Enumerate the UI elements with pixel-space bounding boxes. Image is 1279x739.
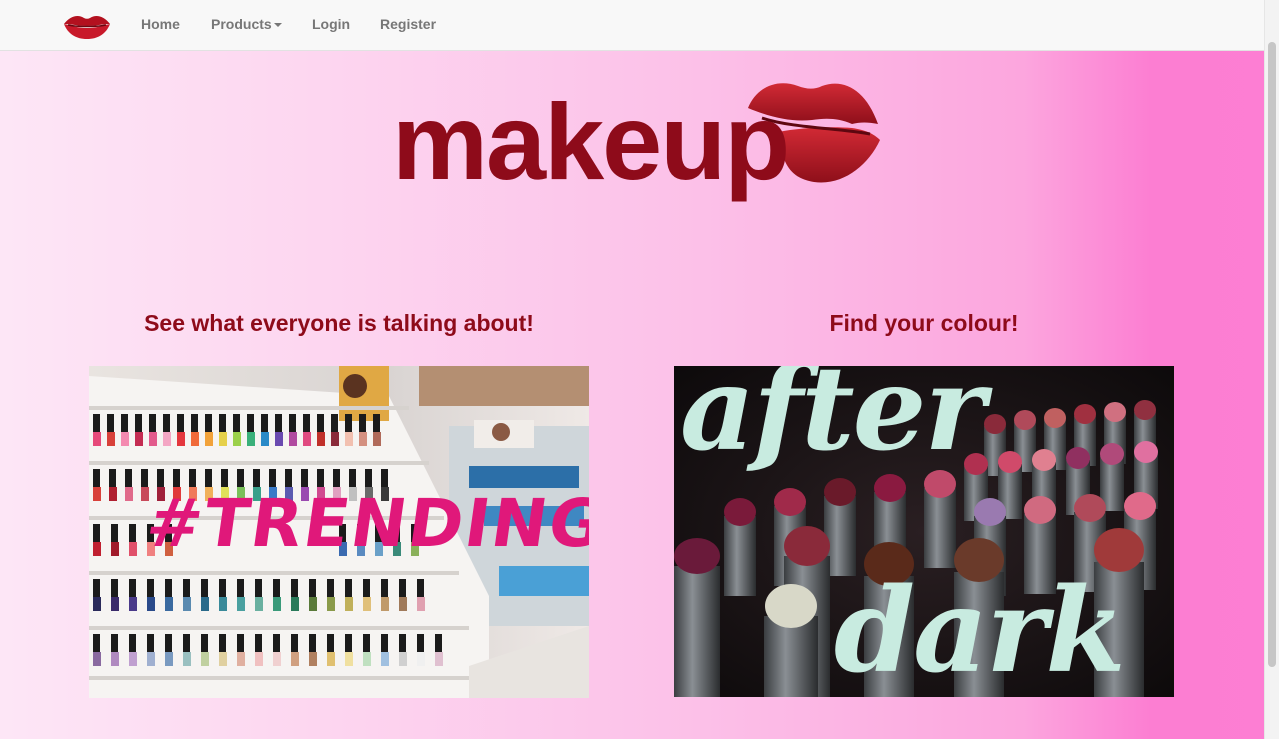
- nav-login-link[interactable]: Login: [312, 16, 350, 32]
- trending-image[interactable]: #TRENDING: [89, 366, 589, 698]
- vertical-scrollbar[interactable]: [1264, 0, 1279, 739]
- lips-icon[interactable]: [62, 12, 112, 40]
- caret-down-icon: [273, 23, 282, 28]
- nav-home-link[interactable]: Home: [141, 16, 180, 32]
- nav-products-dropdown[interactable]: Products: [211, 16, 282, 32]
- scrollbar-thumb[interactable]: [1268, 42, 1276, 667]
- colour-image[interactable]: after dark: [674, 366, 1174, 697]
- site-logo-text: makeup: [392, 81, 790, 202]
- colour-heading: Find your colour!: [829, 310, 1019, 336]
- nav-register-link[interactable]: Register: [380, 16, 436, 32]
- top-navbar: Home Products Login Register: [0, 0, 1265, 51]
- after-caption: after: [680, 366, 986, 477]
- nav-products-label: Products: [211, 16, 272, 32]
- trending-heading: See what everyone is talking about!: [144, 310, 534, 336]
- dark-caption: dark: [834, 563, 1126, 697]
- trending-caption: #TRENDING: [141, 485, 589, 562]
